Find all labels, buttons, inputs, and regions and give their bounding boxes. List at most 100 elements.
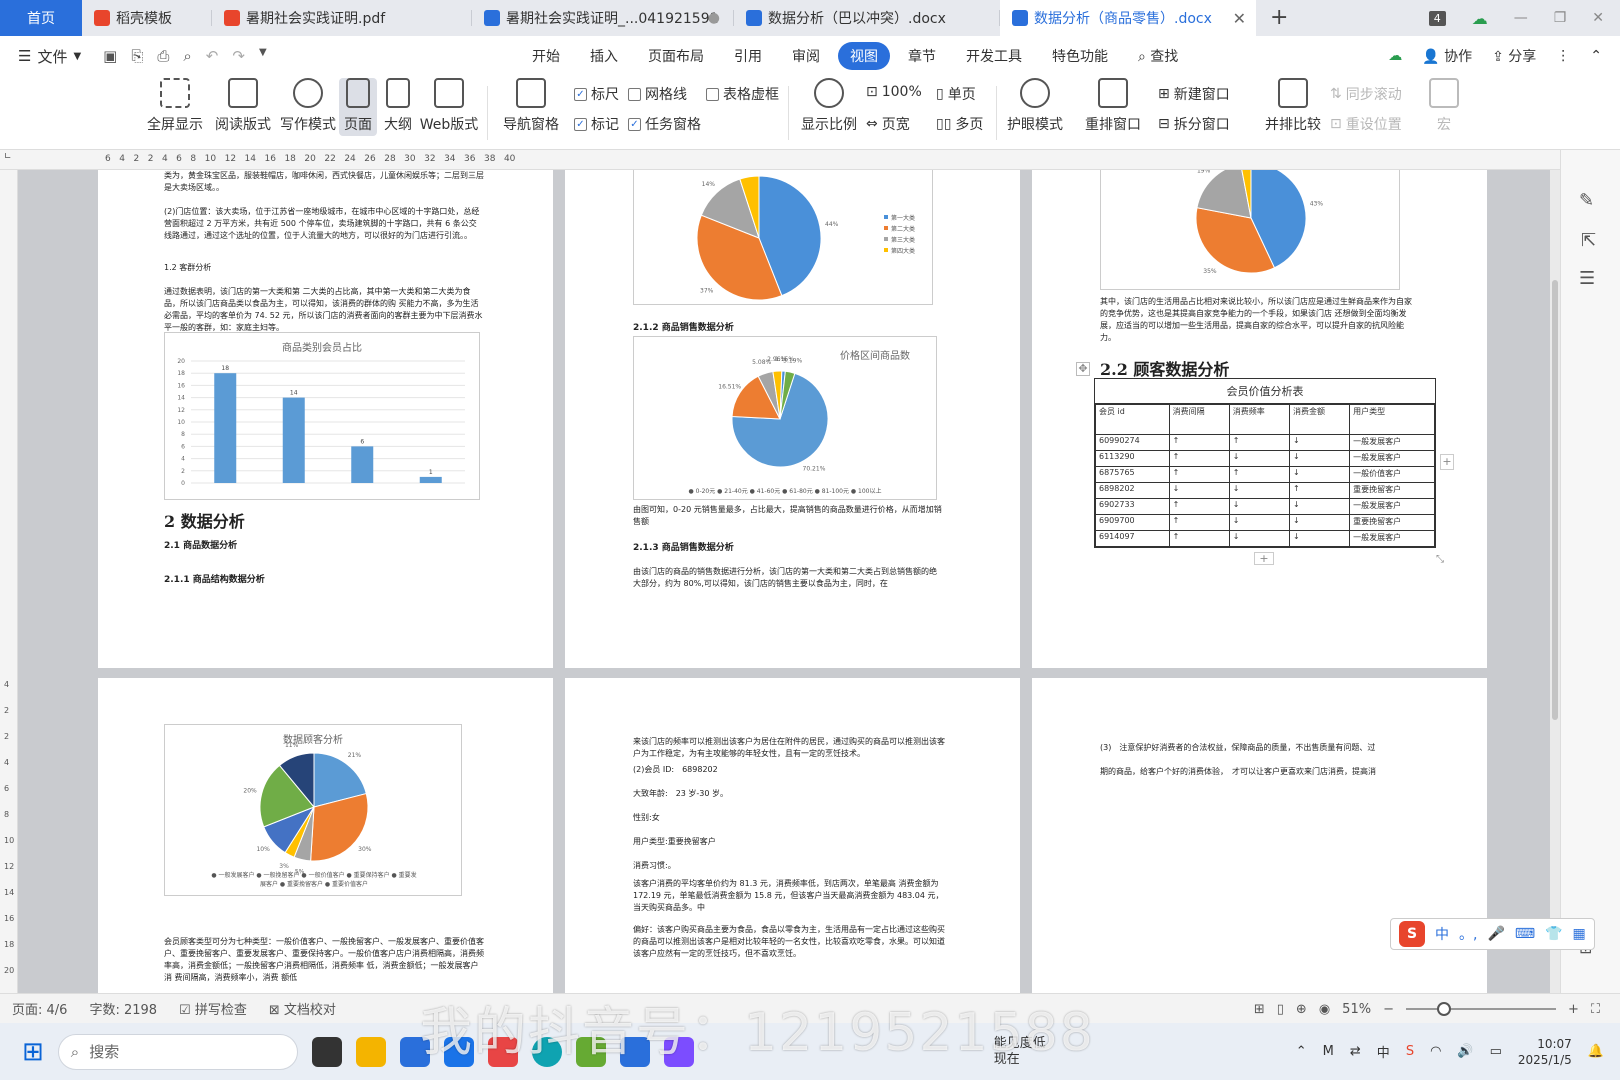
table-header-cell[interactable]: 消费频率 <box>1228 404 1290 435</box>
minimize-icon[interactable]: — <box>1514 10 1528 26</box>
table-cell[interactable]: 6875765 <box>1095 466 1170 483</box>
tray-app-icon[interactable]: Ⅿ <box>1323 1044 1334 1059</box>
sync-scroll-button[interactable]: ⇅ 同步滚动 <box>1330 84 1402 104</box>
table-cell[interactable]: 一般价值客户 <box>1349 466 1435 483</box>
close-tab-icon[interactable]: ✕ <box>1233 9 1246 28</box>
writing-mode-button[interactable]: 写作模式 <box>277 78 339 134</box>
table-cell[interactable]: ↓ <box>1288 530 1351 547</box>
bar-chart-category[interactable]: 商品类别会员占比 0 2 4 6 8 10 12 14 16 18 20 18 14 6 1 <box>164 332 480 500</box>
save-icon[interactable]: ▣ <box>103 47 117 65</box>
page-indicator[interactable]: 页面: 4/6 <box>12 999 67 1018</box>
new-window-button[interactable]: ⊞ 新建窗口 <box>1158 84 1230 104</box>
table-cell[interactable]: 6898202 <box>1095 482 1170 499</box>
tab-home[interactable]: 首页 <box>0 0 82 36</box>
sogou-ime-icon[interactable]: S <box>1399 921 1425 947</box>
tab-docer-templates[interactable]: 稻壳模板 <box>82 0 212 36</box>
volume-icon[interactable]: 🔊 <box>1457 1044 1473 1059</box>
document-page-4[interactable]: 数据顾客分析 21% 30% 5% 3% 10% 20% 11% ● 一般发展客户 ● 一般… <box>98 678 553 993</box>
table-cell[interactable]: 重要挽留客户 <box>1349 482 1435 499</box>
tab-retail-doc[interactable]: 数据分析（商品零售）.docx ✕ <box>1000 0 1256 36</box>
marks-checkbox[interactable]: ✓ 标记 <box>574 114 619 134</box>
table-cell[interactable]: 重要挽留客户 <box>1349 514 1435 531</box>
tray-sync-icon[interactable]: ⇄ <box>1350 1044 1361 1059</box>
cloud-sync-icon[interactable]: ☁ <box>1472 9 1488 28</box>
page-view-button[interactable]: 页面 <box>339 78 377 136</box>
tab-start[interactable]: 开始 <box>520 42 572 70</box>
table-cell[interactable]: ↓ <box>1168 482 1230 499</box>
wifi-icon[interactable]: ◠ <box>1430 1044 1441 1059</box>
table-cell[interactable]: ↓ <box>1228 514 1290 531</box>
table-cell[interactable]: 一般发展客户 <box>1349 450 1435 467</box>
view-mode-icon[interactable]: ⊞ <box>1254 1002 1265 1017</box>
tab-review[interactable]: 审阅 <box>780 42 832 70</box>
table-cell[interactable]: 60990274 <box>1095 434 1170 451</box>
split-window-button[interactable]: ⊟ 拆分窗口 <box>1158 114 1230 134</box>
pie-chart-share[interactable]: 43% 35% 19% <box>1100 170 1400 290</box>
ime-keyboard-icon[interactable]: ⌨ <box>1515 926 1535 942</box>
document-page-5[interactable]: 来该门店的频率可以推测出该客户为居住在附件的居民，通过购买的商品可以推测出该客户… <box>565 678 1020 993</box>
zoom-ratio-button[interactable]: 显示比例 <box>798 78 860 134</box>
document-page-2[interactable]: 44%37%14%5%第一大类第二大类第三大类第四大类 2.1.2 商品销售数据… <box>565 170 1020 668</box>
eye-mode-icon[interactable]: ◉ <box>1319 1002 1330 1017</box>
share-button[interactable]: ⇪ 分享 <box>1492 46 1536 66</box>
horizontal-ruler[interactable]: ∟ 6 4 2 2 4 6 8 10 12 14 16 18 20 22 24 26 28 30 32 34 36 38 4… <box>0 150 1620 170</box>
document-page-1[interactable]: 类为，黄金珠宝区品，服装鞋帽店，咖啡休闲，西式快餐店，儿童休闲娱乐等；二层到三层… <box>98 170 553 668</box>
table-cell[interactable]: ↓ <box>1228 530 1290 547</box>
taskbar-search[interactable]: ⌕ 搜索 <box>57 1033 298 1070</box>
member-value-table[interactable]: 会员价值分析表 会员 id 消费间隔 消费频率 消费金额 用户类型 60990274 ↑ ↑ ↓… <box>1094 378 1436 548</box>
page-width-button[interactable]: ⇔ 页宽 <box>866 114 910 134</box>
search-command[interactable]: ⌕ 查找 <box>1126 42 1190 70</box>
clock[interactable]: 10:07 2025/1/5 <box>1518 1036 1572 1068</box>
zoom-percent[interactable]: 51% <box>1342 1002 1371 1017</box>
table-cell[interactable]: ↓ <box>1228 498 1290 515</box>
gridline-checkbox[interactable]: 网格线 <box>628 84 687 104</box>
table-cell[interactable]: ↓ <box>1288 450 1351 467</box>
ime-punct[interactable]: 。, <box>1459 924 1477 944</box>
tab-pdf-doc[interactable]: 暑期社会实践证明.pdf <box>212 0 472 36</box>
single-page-button[interactable]: ▯ 单页 <box>936 84 976 104</box>
vertical-ruler[interactable]: 4 2 2 4 6 8 10 12 14 16 18 20 <box>0 170 18 993</box>
multi-page-button[interactable]: ▯▯ 多页 <box>936 114 983 134</box>
zoom-in-icon[interactable]: + <box>1568 1002 1579 1017</box>
document-canvas[interactable]: 4 2 2 4 6 8 10 12 14 16 18 20 类为，黄金珠宝区品，服装鞋帽店，咖啡休闲，… <box>0 170 1560 993</box>
tab-count-badge[interactable]: 4 <box>1428 10 1446 26</box>
table-cell[interactable]: 6909700 <box>1095 514 1170 531</box>
side-by-side-button[interactable]: 并排比较 <box>1262 78 1324 134</box>
ime-toolbar[interactable]: S 中 。, 🎤 ⌨ 👕 ▦ <box>1390 918 1595 950</box>
tab-practice-doc[interactable]: 暑期社会实践证明_...041921591 ● <box>472 0 734 36</box>
table-cell[interactable]: ↓ <box>1228 482 1290 499</box>
table-cell[interactable]: 6902733 <box>1095 498 1170 515</box>
tray-expand-icon[interactable]: ⌃ <box>1296 1044 1307 1059</box>
tab-features[interactable]: 特色功能 <box>1040 42 1120 70</box>
pie-chart-category-share[interactable]: 44%37%14%5%第一大类第二大类第三大类第四大类 <box>633 170 933 305</box>
notification-bell-icon[interactable]: 🔔 <box>1588 1044 1604 1059</box>
vertical-scrollbar[interactable] <box>1550 170 1560 993</box>
windows-start-icon[interactable]: ⊞ <box>22 1037 44 1067</box>
table-header-cell[interactable]: 消费金额 <box>1288 404 1351 435</box>
pie-chart-price-range[interactable]: 价格区间商品数 70.21% 16.51% 5.08% 2.96% 1.15% 3.19%… <box>633 336 937 500</box>
ime-skin-icon[interactable]: 👕 <box>1545 926 1562 942</box>
table-cell[interactable]: 6113290 <box>1095 450 1170 467</box>
table-header-cell[interactable]: 会员 id <box>1095 404 1170 435</box>
new-tab-plus-icon[interactable]: + <box>1270 5 1288 30</box>
table-cell[interactable]: 一般发展客户 <box>1349 530 1435 547</box>
table-cell[interactable]: ↑ <box>1168 498 1230 515</box>
ime-voice-icon[interactable]: 🎤 <box>1487 926 1504 942</box>
spell-check-button[interactable]: ☑ 拼写检查 <box>179 999 247 1018</box>
more-options-icon[interactable]: ⋮ <box>1556 48 1570 64</box>
nav-pane-button[interactable]: 导航窗格 <box>498 78 564 134</box>
zoom-slider-knob[interactable] <box>1437 1002 1452 1016</box>
outline-view-button[interactable]: 大纲 <box>380 78 416 134</box>
tab-developer[interactable]: 开发工具 <box>954 42 1034 70</box>
tab-insert[interactable]: 插入 <box>578 42 630 70</box>
rearrange-window-button[interactable]: 重排窗口 <box>1080 78 1146 134</box>
table-cell[interactable]: ↑ <box>1288 482 1351 499</box>
add-column-icon[interactable]: + <box>1440 454 1454 470</box>
battery-icon[interactable]: ▭ <box>1490 1044 1502 1059</box>
task-view-icon[interactable] <box>311 1036 342 1067</box>
file-explorer-icon[interactable] <box>355 1036 386 1067</box>
scrollbar-thumb[interactable] <box>1552 280 1558 720</box>
ime-toolbox-icon[interactable]: ▦ <box>1573 926 1586 942</box>
ruler-checkbox[interactable]: ✓ 标尺 <box>574 84 619 104</box>
customize-qat-icon[interactable]: ▼ <box>259 47 267 65</box>
